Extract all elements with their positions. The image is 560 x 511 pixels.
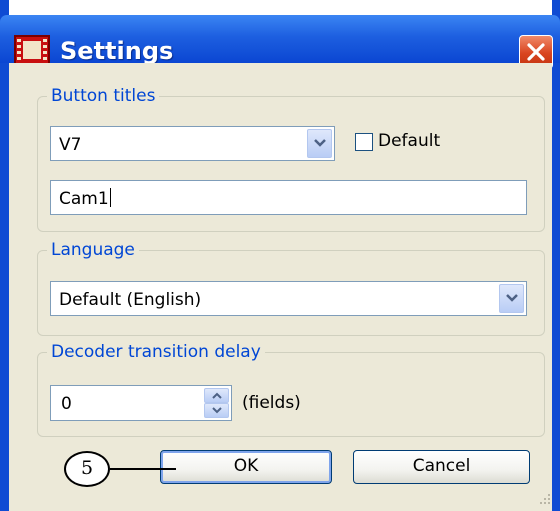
text-caret (109, 188, 111, 207)
window-frame-right (552, 0, 560, 511)
window-frame-left (0, 0, 9, 511)
delay-value: 0 (61, 394, 72, 414)
settings-dialog: Settings Button titles V7 Default Cam1 L… (0, 0, 560, 511)
spin-up-button[interactable] (204, 388, 229, 403)
chevron-down-icon (212, 407, 222, 414)
language-value: Default (English) (59, 290, 202, 310)
window-title: Settings (60, 37, 174, 65)
chevron-up-icon (212, 392, 222, 399)
delay-legend: Decoder transition delay (47, 342, 265, 362)
button-select-dropdown[interactable]: V7 (50, 126, 335, 161)
spin-down-button[interactable] (204, 403, 229, 418)
chevron-down-icon (506, 294, 518, 302)
language-dropdown[interactable]: Default (English) (50, 281, 527, 316)
dropdown-arrow-button[interactable] (499, 284, 524, 313)
chevron-down-icon (314, 139, 326, 147)
ok-button[interactable]: OK (160, 450, 332, 484)
language-legend: Language (47, 240, 139, 260)
resize-grip-icon[interactable] (536, 492, 552, 508)
button-title-input[interactable]: Cam1 (50, 180, 527, 215)
default-checkbox[interactable] (355, 133, 373, 151)
film-strip-icon (14, 35, 50, 65)
button-select-value: V7 (59, 135, 82, 155)
title-bar[interactable]: Settings (0, 15, 560, 69)
dropdown-arrow-button[interactable] (307, 129, 332, 158)
callout-number: 5 (64, 451, 110, 487)
delay-spinbox[interactable]: 0 (50, 385, 232, 421)
close-x-icon (527, 43, 545, 61)
callout-leader-line (110, 468, 176, 470)
default-checkbox-label[interactable]: Default (378, 131, 440, 151)
delay-unit-label: (fields) (242, 393, 301, 413)
cancel-button[interactable]: Cancel (353, 450, 530, 484)
button-titles-legend: Button titles (47, 86, 160, 106)
button-title-value: Cam1 (59, 188, 111, 209)
